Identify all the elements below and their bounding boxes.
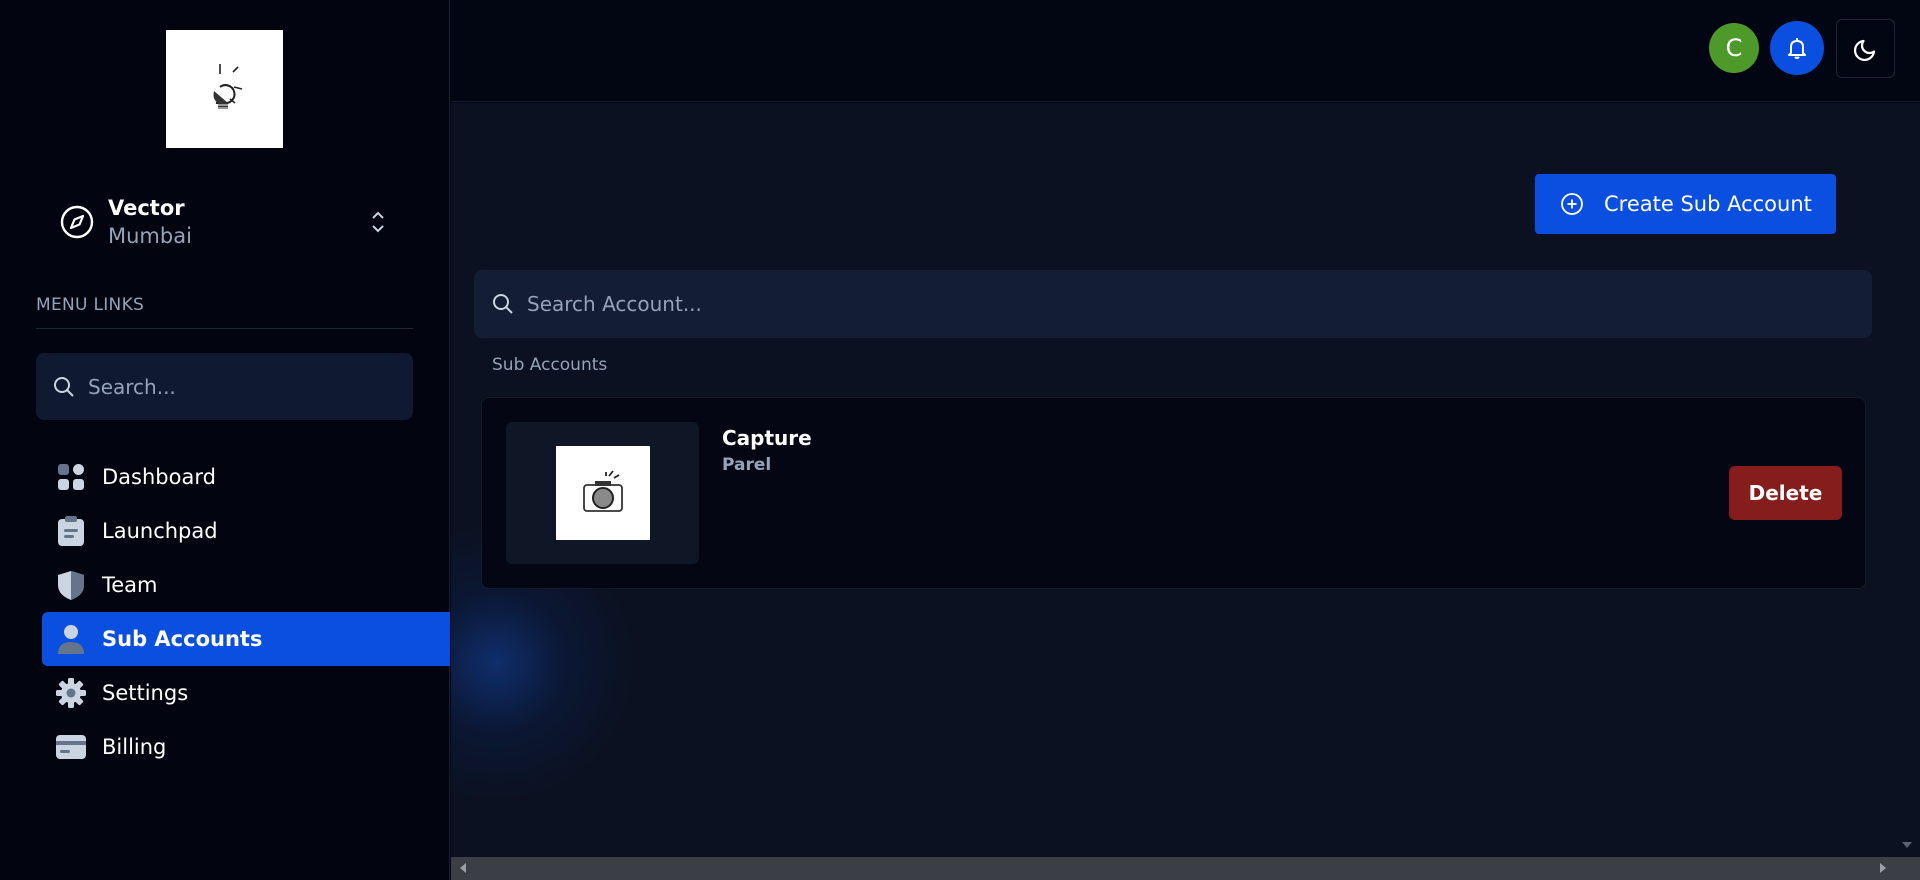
sidebar-item-label: Billing — [102, 735, 167, 759]
account-switcher[interactable]: Vector Mumbai — [60, 192, 400, 252]
agency-logo[interactable] — [166, 30, 283, 148]
chevron-up-down-icon — [372, 211, 384, 233]
sidebar-item-settings[interactable]: Settings — [42, 666, 450, 720]
vertical-scrollbar[interactable] — [1895, 103, 1920, 857]
credit-card-icon — [56, 732, 86, 762]
sidebar-item-sub-accounts[interactable]: Sub Accounts — [42, 612, 450, 666]
horizontal-scrollbar[interactable] — [451, 857, 1920, 880]
person-icon — [56, 624, 86, 654]
sub-account-card[interactable]: Capture Parel Delete — [481, 397, 1866, 589]
moon-icon — [1853, 39, 1875, 61]
main-content: Create Sub Account Sub Accounts Capture — [451, 103, 1895, 857]
sidebar-search-input[interactable] — [88, 374, 413, 399]
topbar — [451, 0, 1920, 102]
sidebar-nav: Dashboard Launchpad Team Sub Accounts Se… — [42, 450, 450, 774]
sidebar-item-label: Dashboard — [102, 465, 216, 489]
scroll-down-icon[interactable] — [1899, 838, 1915, 852]
lightbulb-icon — [213, 64, 242, 109]
dashboard-icon — [56, 462, 86, 492]
theme-toggle-button[interactable] — [1836, 19, 1895, 78]
scroll-right-icon[interactable] — [1876, 861, 1890, 875]
bell-icon — [1788, 38, 1806, 59]
sidebar-item-billing[interactable]: Billing — [42, 720, 450, 774]
scroll-left-icon[interactable] — [456, 861, 470, 875]
sub-account-location: Parel — [722, 455, 772, 475]
create-sub-account-button[interactable]: Create Sub Account — [1535, 174, 1836, 234]
sub-account-name: Capture — [722, 426, 812, 450]
camera-icon — [582, 470, 623, 512]
sidebar-item-label: Sub Accounts — [102, 627, 263, 651]
search-icon — [493, 294, 513, 314]
sidebar-item-label: Launchpad — [102, 519, 218, 543]
search-icon — [54, 376, 74, 397]
delete-button[interactable]: Delete — [1729, 466, 1842, 520]
avatar[interactable]: C — [1709, 23, 1759, 73]
notifications-button[interactable] — [1770, 21, 1824, 75]
account-search[interactable] — [474, 270, 1872, 338]
sidebar-item-launchpad[interactable]: Launchpad — [42, 504, 450, 558]
sidebar-search[interactable] — [36, 353, 413, 420]
account-search-input[interactable] — [527, 292, 1872, 316]
account-location: Mumbai — [108, 224, 192, 248]
clipboard-icon — [56, 516, 86, 546]
avatar-initial: C — [1725, 34, 1743, 62]
sub-account-logo — [555, 446, 650, 540]
sidebar-item-team[interactable]: Team — [42, 558, 450, 612]
compass-icon — [60, 205, 94, 239]
sidebar: Vector Mumbai MENU LINKS Dash — [0, 0, 450, 880]
divider — [36, 328, 413, 329]
sub-accounts-heading: Sub Accounts — [492, 355, 608, 375]
shield-icon — [56, 570, 86, 600]
plus-circle-icon — [1561, 193, 1583, 215]
account-name: Vector — [108, 196, 185, 220]
gear-icon — [56, 678, 86, 708]
menu-links-label: MENU LINKS — [36, 295, 145, 315]
sidebar-item-label: Settings — [102, 681, 189, 705]
sidebar-item-dashboard[interactable]: Dashboard — [42, 450, 450, 504]
sub-account-logo-frame — [506, 422, 699, 564]
create-sub-account-label: Create Sub Account — [1604, 192, 1812, 216]
sidebar-item-label: Team — [102, 573, 158, 597]
